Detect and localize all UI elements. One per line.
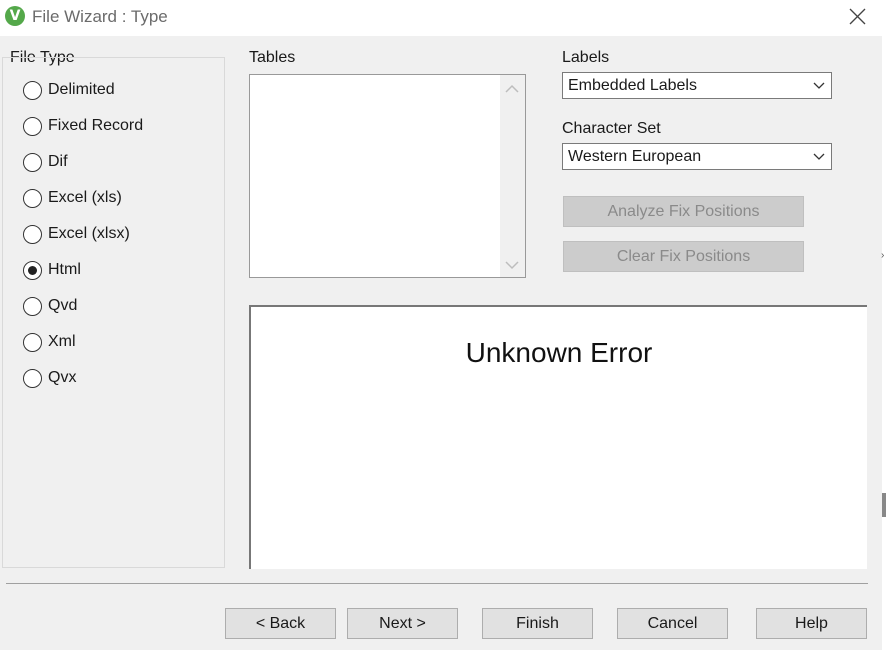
- character-set-dropdown[interactable]: Western European: [562, 143, 832, 170]
- qlikview-logo-icon: V: [5, 6, 25, 26]
- analyze-fix-positions-button[interactable]: Analyze Fix Positions: [563, 196, 804, 227]
- tables-list[interactable]: [249, 74, 526, 278]
- radio-selected-dot: [28, 266, 37, 275]
- radio-button[interactable]: [23, 117, 42, 136]
- chevron-down-icon: [813, 153, 825, 160]
- next-button[interactable]: Next >: [347, 608, 458, 639]
- clear-fix-positions-button[interactable]: Clear Fix Positions: [563, 241, 804, 272]
- edge-arrow-icon: ›: [881, 250, 885, 261]
- labels-label: Labels: [562, 49, 610, 66]
- close-icon: [849, 8, 866, 25]
- tables-scrollbar[interactable]: [500, 75, 525, 277]
- radio-label: Dif: [48, 153, 68, 170]
- radio-button[interactable]: [23, 225, 42, 244]
- labels-dropdown-value: Embedded Labels: [568, 77, 697, 94]
- help-button[interactable]: Help: [756, 608, 867, 639]
- character-set-dropdown-value: Western European: [568, 148, 702, 165]
- window-title: File Wizard : Type: [32, 7, 168, 26]
- error-message: Unknown Error: [465, 337, 653, 368]
- cancel-button[interactable]: Cancel: [617, 608, 728, 639]
- window-edge: [882, 0, 886, 650]
- labels-dropdown[interactable]: Embedded Labels: [562, 72, 832, 99]
- radio-label: Fixed Record: [48, 117, 144, 134]
- radio-button[interactable]: [23, 153, 42, 172]
- separator-line: [6, 583, 868, 584]
- radio-label: Delimited: [48, 81, 115, 98]
- title-bar: V File Wizard : Type: [0, 0, 882, 36]
- radio-button[interactable]: [23, 333, 42, 352]
- scroll-up-icon[interactable]: [504, 83, 520, 95]
- radio-label: Excel (xlsx): [48, 225, 130, 242]
- scroll-down-icon[interactable]: [504, 259, 520, 271]
- radio-label: Qvx: [48, 369, 77, 386]
- radio-button[interactable]: [23, 189, 42, 208]
- tables-label: Tables: [249, 49, 296, 66]
- chevron-down-icon: [813, 82, 825, 89]
- edge-scrollbar-thumb: [882, 493, 886, 517]
- preview-pane: Unknown Error: [249, 305, 867, 569]
- radio-button[interactable]: [23, 369, 42, 388]
- radio-label: Qvd: [48, 297, 78, 314]
- radio-button[interactable]: [23, 297, 42, 316]
- radio-label: Excel (xls): [48, 189, 122, 206]
- radio-button[interactable]: [23, 81, 42, 100]
- radio-label: Html: [48, 261, 81, 278]
- back-button[interactable]: < Back: [225, 608, 336, 639]
- radio-button-selected[interactable]: [23, 261, 42, 280]
- radio-label: Xml: [48, 333, 76, 350]
- finish-button[interactable]: Finish: [482, 608, 593, 639]
- character-set-label: Character Set: [562, 120, 661, 137]
- close-button[interactable]: [842, 3, 874, 31]
